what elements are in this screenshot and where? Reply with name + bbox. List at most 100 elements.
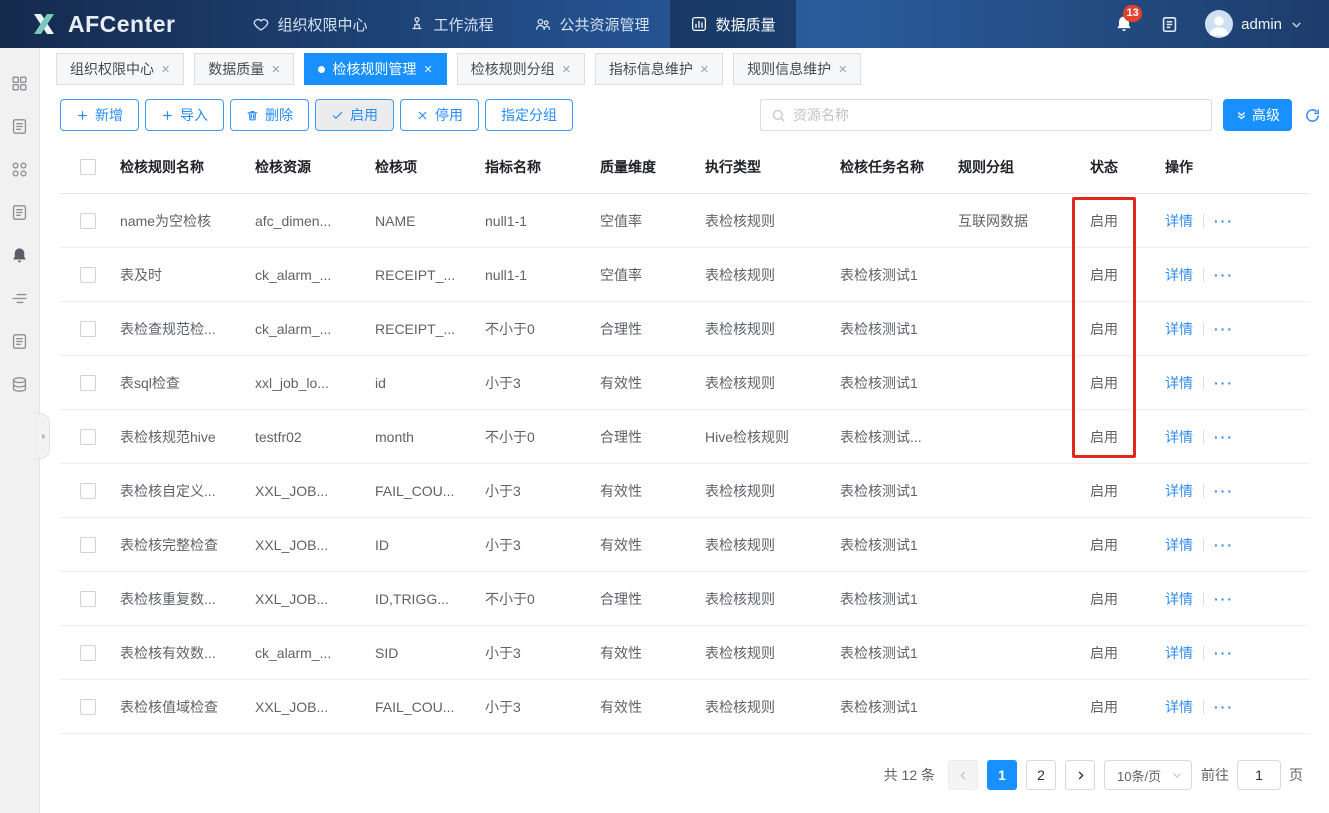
brand[interactable]: AFCenter: [0, 10, 202, 38]
table-row: 表sql检查xxl_job_lo...id小于3有效性表检核规则表检核测试1启用…: [60, 356, 1309, 410]
cell-resource: ck_alarm_...: [251, 645, 371, 661]
log-document-icon[interactable]: [1160, 15, 1179, 34]
more-actions-button[interactable]: ···: [1214, 483, 1234, 499]
启用-button[interactable]: 启用: [315, 99, 394, 131]
cell-rule-name: 表及时: [116, 265, 251, 285]
cell-task-name: 表检核测试1: [836, 535, 954, 555]
row-checkbox[interactable]: [80, 213, 96, 229]
sidebar-document-icon[interactable]: [0, 105, 40, 148]
导入-button[interactable]: 导入: [145, 99, 224, 131]
more-actions-button[interactable]: ···: [1214, 213, 1234, 229]
more-actions-button[interactable]: ···: [1214, 537, 1234, 553]
detail-link[interactable]: 详情: [1165, 697, 1193, 717]
row-checkbox[interactable]: [80, 321, 96, 337]
table-row: 表及时ck_alarm_...RECEIPT_...null1-1空值率表检核规…: [60, 248, 1309, 302]
more-actions-button[interactable]: ···: [1214, 429, 1234, 445]
refresh-icon[interactable]: [1304, 107, 1321, 124]
detail-link[interactable]: 详情: [1165, 643, 1193, 663]
tab-close-icon[interactable]: ✕: [700, 63, 709, 76]
row-checkbox[interactable]: [80, 537, 96, 553]
sidebar-document-icon[interactable]: [0, 191, 40, 234]
sidebar-database-icon[interactable]: [0, 363, 40, 406]
more-actions-button[interactable]: ···: [1214, 375, 1234, 391]
sidebar-document-icon[interactable]: [0, 320, 40, 363]
tab-数据质量[interactable]: 数据质量✕: [194, 53, 294, 85]
cell-resource: XXL_JOB...: [251, 699, 371, 715]
more-actions-button[interactable]: ···: [1214, 267, 1234, 283]
row-checkbox[interactable]: [80, 429, 96, 445]
nav-item-数据质量[interactable]: 数据质量: [670, 0, 796, 48]
detail-link[interactable]: 详情: [1165, 265, 1193, 285]
more-actions-button[interactable]: ···: [1214, 591, 1234, 607]
tab-close-icon[interactable]: ✕: [838, 63, 847, 76]
search-input[interactable]: [793, 107, 1201, 123]
user-menu[interactable]: admin: [1205, 10, 1303, 38]
detail-link[interactable]: 详情: [1165, 319, 1193, 339]
cell-rule-name: name为空检核: [116, 211, 251, 231]
cell-rule-name: 表检查规范检...: [116, 319, 251, 339]
row-checkbox[interactable]: [80, 591, 96, 607]
cell-task-name: 表检核测试...: [836, 427, 954, 447]
row-checkbox[interactable]: [80, 645, 96, 661]
tab-close-icon[interactable]: ✕: [423, 63, 432, 76]
sidebar-bell-icon[interactable]: [0, 234, 40, 277]
row-checkbox[interactable]: [80, 267, 96, 283]
tab-检核规则管理[interactable]: 检核规则管理✕: [304, 53, 446, 85]
more-actions-button[interactable]: ···: [1214, 699, 1234, 715]
cell-check-item: ID: [371, 537, 481, 553]
tab-检核规则分组[interactable]: 检核规则分组✕: [457, 53, 585, 85]
停用-button[interactable]: 停用: [400, 99, 479, 131]
row-checkbox[interactable]: [80, 483, 96, 499]
tab-组织权限中心[interactable]: 组织权限中心✕: [56, 53, 184, 85]
page-button-1[interactable]: 1: [987, 760, 1017, 790]
sidebar-collapse-handle[interactable]: [37, 413, 50, 459]
select-all-checkbox[interactable]: [80, 159, 96, 175]
cell-task-name: 表检核测试1: [836, 643, 954, 663]
page-button-2[interactable]: 2: [1026, 760, 1056, 790]
page-size-select[interactable]: 10条/页: [1104, 760, 1192, 790]
sidebar-apps-icon[interactable]: [0, 148, 40, 191]
tab-指标信息维护[interactable]: 指标信息维护✕: [595, 53, 723, 85]
goto-page-input[interactable]: [1237, 760, 1281, 790]
detail-link[interactable]: 详情: [1165, 535, 1193, 555]
column-header-状态: 状态: [1086, 157, 1161, 177]
新增-button[interactable]: 新增: [60, 99, 139, 131]
notification-bell-icon[interactable]: 13: [1114, 14, 1134, 34]
cell-exec-type: 表检核规则: [701, 589, 836, 609]
detail-link[interactable]: 详情: [1165, 373, 1193, 393]
cell-check-item: NAME: [371, 213, 481, 229]
more-actions-button[interactable]: ···: [1214, 645, 1234, 661]
cell-task-name: 表检核测试1: [836, 319, 954, 339]
pagination: 共 12 条 12 10条/页 前往 页: [40, 734, 1329, 790]
detail-link[interactable]: 详情: [1165, 427, 1193, 447]
cell-resource: ck_alarm_...: [251, 267, 371, 283]
tab-close-icon[interactable]: ✕: [562, 63, 571, 76]
detail-link[interactable]: 详情: [1165, 481, 1193, 501]
row-checkbox[interactable]: [80, 375, 96, 391]
tab-close-icon[interactable]: ✕: [161, 63, 170, 76]
cell-rule-name: 表检核有效数...: [116, 643, 251, 663]
删除-button[interactable]: 删除: [230, 99, 309, 131]
sidebar-list-icon[interactable]: [0, 277, 40, 320]
search-icon: [771, 108, 786, 123]
nav-item-组织权限中心[interactable]: 组织权限中心: [232, 0, 388, 48]
指定分组-button[interactable]: 指定分组: [485, 99, 573, 131]
detail-link[interactable]: 详情: [1165, 211, 1193, 231]
more-actions-button[interactable]: ···: [1214, 321, 1234, 337]
prev-page-button[interactable]: [948, 760, 978, 790]
column-header-检核资源: 检核资源: [251, 157, 371, 177]
nav-item-公共资源管理[interactable]: 公共资源管理: [514, 0, 670, 48]
cell-task-name: 表检核测试1: [836, 589, 954, 609]
next-page-button[interactable]: [1065, 760, 1095, 790]
cell-rule-group: 互联网数据: [954, 211, 1086, 231]
cell-check-item: RECEIPT_...: [371, 267, 481, 283]
detail-link[interactable]: 详情: [1165, 589, 1193, 609]
tab-close-icon[interactable]: ✕: [271, 63, 280, 76]
sidebar-grid-icon[interactable]: [0, 62, 40, 105]
nav-item-工作流程[interactable]: 工作流程: [388, 0, 514, 48]
advanced-search-button[interactable]: 高级: [1223, 99, 1292, 131]
row-checkbox[interactable]: [80, 699, 96, 715]
check-icon: [331, 109, 344, 122]
table-header-row: 检核规则名称检核资源检核项指标名称质量维度执行类型检核任务名称规则分组状态操作: [60, 140, 1309, 194]
tab-规则信息维护[interactable]: 规则信息维护✕: [733, 53, 861, 85]
